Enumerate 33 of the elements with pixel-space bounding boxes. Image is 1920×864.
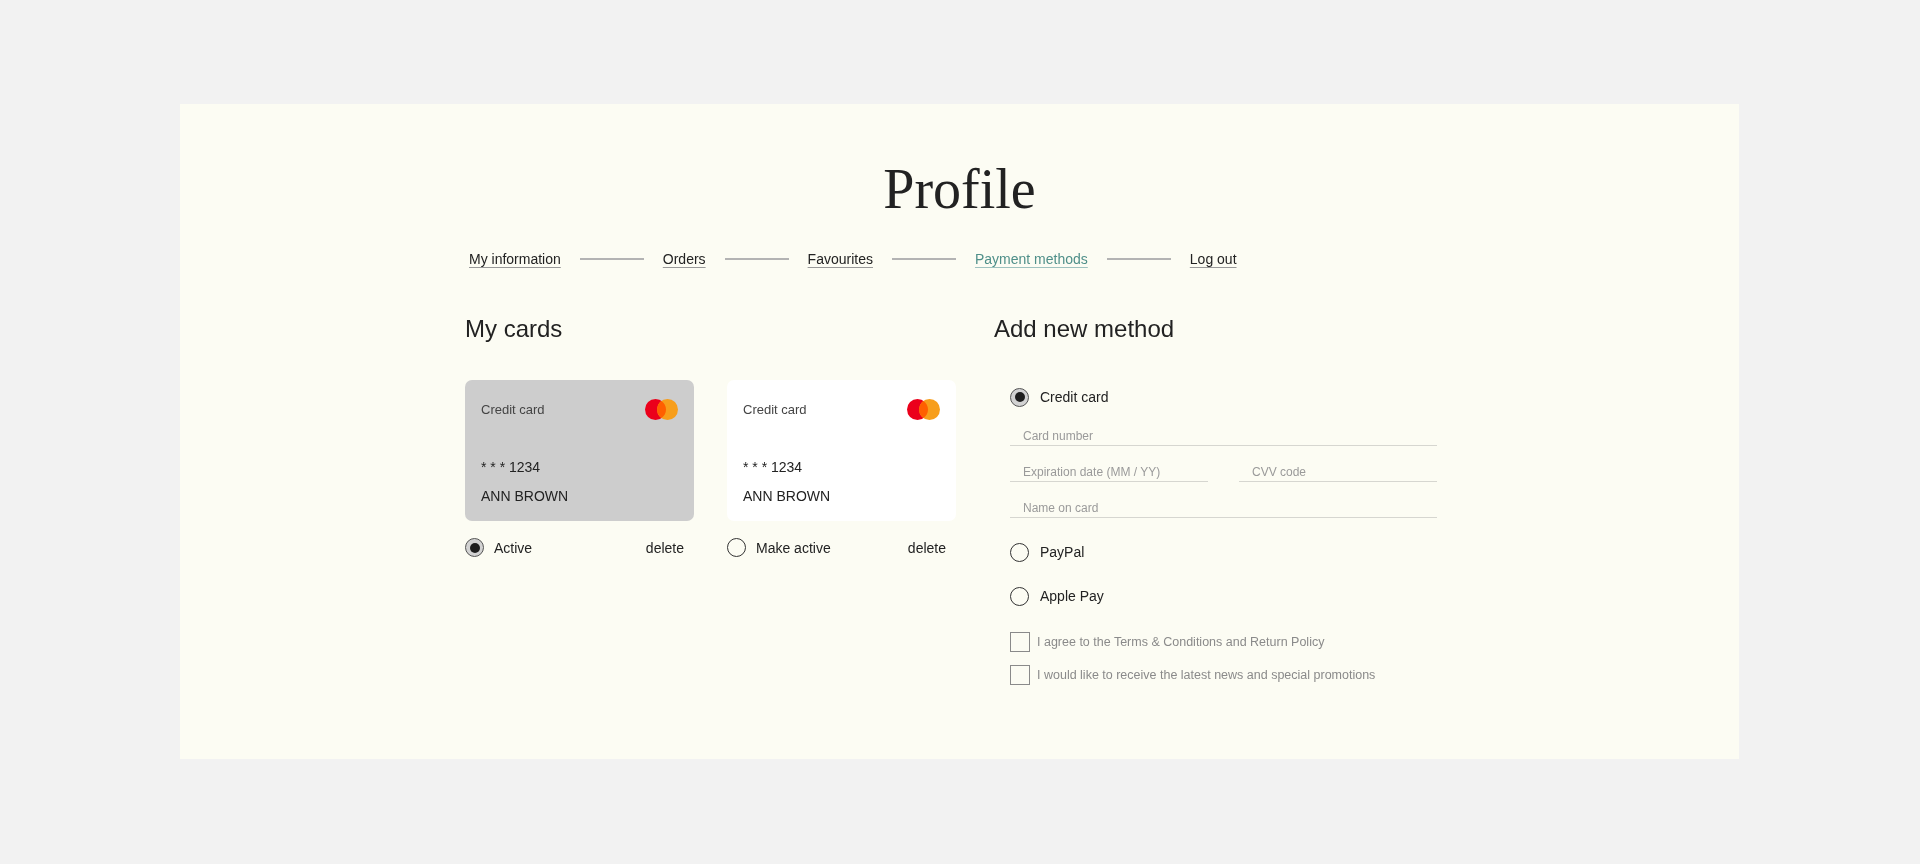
- delete-button[interactable]: delete: [645, 539, 684, 556]
- payment-option-label: PayPal: [1040, 544, 1085, 560]
- section-heading: Add new method: [994, 314, 1176, 344]
- page-title: Profile: [882, 157, 1037, 221]
- nav-link[interactable]: Orders: [662, 249, 706, 269]
- input-field[interactable]: Card number: [1010, 420, 1437, 446]
- checkbox[interactable]: [1010, 665, 1030, 685]
- nav-link[interactable]: Log out: [1189, 249, 1237, 269]
- section-heading: My cards: [465, 314, 564, 344]
- checkbox-label: I would like to receive the latest news and special promotions: [1037, 668, 1376, 682]
- input-field[interactable]: Expiration date (MM / YY): [1010, 456, 1208, 482]
- radio-button[interactable]: [465, 538, 484, 557]
- card-type-label: Credit card: [743, 402, 807, 417]
- overlapping-circles-icon: [907, 399, 940, 420]
- checkbox[interactable]: [1010, 632, 1030, 652]
- payment-option-label: Credit card: [1040, 389, 1109, 405]
- card-type-label: Credit card: [481, 402, 545, 417]
- checkbox-label: I agree to the Terms & Conditions and Return Policy: [1037, 635, 1325, 649]
- delete-button[interactable]: delete: [907, 539, 946, 556]
- input-field[interactable]: CVV code: [1239, 456, 1437, 482]
- input-field[interactable]: Name on card: [1010, 492, 1437, 518]
- card-holder-name: ANN BROWN: [481, 487, 570, 505]
- card-number: * * * 1234: [743, 458, 804, 476]
- payment-option-label: Apple Pay: [1040, 588, 1104, 604]
- nav-link[interactable]: My information: [469, 249, 561, 269]
- nav-link[interactable]: Favourites: [807, 249, 873, 269]
- overlapping-circles-icon: [645, 399, 678, 420]
- card-number: * * * 1234: [481, 458, 542, 476]
- card-status-label: Make active: [756, 539, 831, 556]
- card-status-label: Active: [494, 539, 533, 556]
- radio-button[interactable]: [1010, 387, 1029, 407]
- nav-link[interactable]: Payment methods: [974, 249, 1088, 269]
- card-holder-name: ANN BROWN: [743, 487, 832, 505]
